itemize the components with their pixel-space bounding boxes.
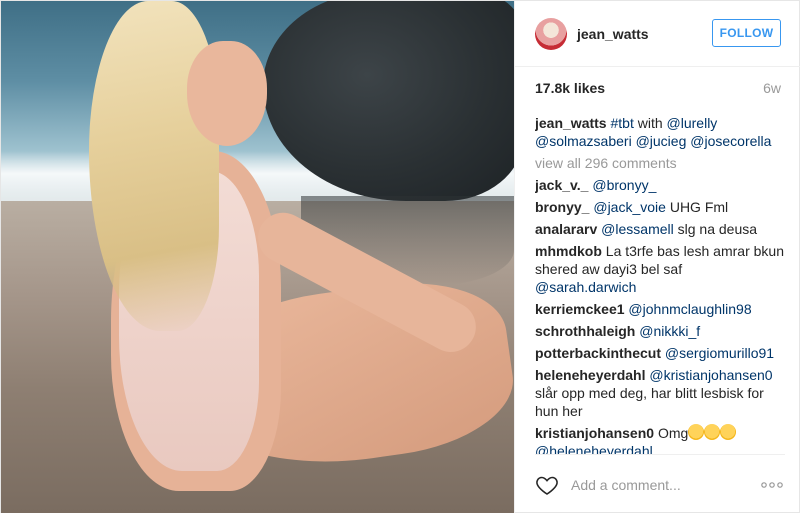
comment-item: kristianjohansen0 Omg @heleneheyerdahl xyxy=(535,424,785,454)
post-time[interactable]: 6w xyxy=(763,80,781,96)
heart-eyes-emoji-icon xyxy=(720,424,737,440)
caption-mention[interactable]: @jucieg xyxy=(636,133,687,149)
comment-username[interactable]: kerriemckee1 xyxy=(535,301,625,317)
comment-item: mhmdkob La t3rfe bas lesh amrar bkun she… xyxy=(535,242,785,296)
comment-mention[interactable]: @nikkki_f xyxy=(639,323,700,339)
comment-item: analararv @lessamell slg na deusa xyxy=(535,220,785,238)
comment-bar xyxy=(535,454,785,513)
post-stats: 17.8k likes 6w xyxy=(535,80,781,96)
comment-mention[interactable]: @bronyy_ xyxy=(592,177,656,193)
comment-username[interactable]: potterbackinthecut xyxy=(535,345,661,361)
comments-list: jean_watts #tbt with @lurelly @solmazsab… xyxy=(535,114,785,454)
caption-mention[interactable]: @josecorella xyxy=(690,133,771,149)
comment-item: potterbackinthecut @sergiomurillo91 xyxy=(535,344,785,362)
comment-username[interactable]: kristianjohansen0 xyxy=(535,425,654,441)
post-side-panel: jean_watts FOLLOW 17.8k likes 6w jean_wa… xyxy=(514,1,800,513)
comment-mention[interactable]: @heleneheyerdahl xyxy=(535,443,653,454)
comment-username[interactable]: analararv xyxy=(535,221,597,237)
comment-mention[interactable]: @kristianjohansen0 xyxy=(649,367,772,383)
comment-mention[interactable]: @jack_voie xyxy=(593,199,666,215)
comment-text: slår opp med deg, har blitt lesbisk for … xyxy=(535,385,764,419)
post-header: jean_watts FOLLOW xyxy=(515,1,800,67)
view-all-comments-link[interactable]: view all 296 comments xyxy=(535,154,785,172)
more-options-icon[interactable] xyxy=(759,473,785,497)
likes-count[interactable]: 17.8k likes xyxy=(535,80,605,96)
post-photo[interactable] xyxy=(1,1,514,513)
caption-hashtag[interactable]: #tbt xyxy=(610,115,633,131)
heart-eyes-emoji-icon xyxy=(704,424,721,440)
follow-button[interactable]: FOLLOW xyxy=(712,19,781,47)
comment-username[interactable]: heleneheyerdahl xyxy=(535,367,646,383)
comment-item: kerriemckee1 @johnmclaughlin98 xyxy=(535,300,785,318)
caption: jean_watts #tbt with @lurelly @solmazsab… xyxy=(535,114,785,150)
caption-text: with xyxy=(633,115,667,131)
comment-text: slg na deusa xyxy=(673,221,758,237)
heart-eyes-emoji-icon xyxy=(688,424,705,440)
avatar[interactable] xyxy=(535,17,567,50)
comment-mention[interactable]: @sarah.darwich xyxy=(535,279,636,295)
comment-item: heleneheyerdahl @kristianjohansen0 slår … xyxy=(535,366,785,420)
caption-mention[interactable]: @lurelly xyxy=(667,115,718,131)
comment-username[interactable]: bronyy_ xyxy=(535,199,589,215)
instagram-post: jean_watts FOLLOW 17.8k likes 6w jean_wa… xyxy=(0,0,800,513)
add-comment-input[interactable] xyxy=(571,476,759,493)
comment-username[interactable]: mhmdkob xyxy=(535,243,602,259)
comment-mention[interactable]: @lessamell xyxy=(601,221,674,237)
comment-username[interactable]: jack_v._ xyxy=(535,177,588,193)
comment-text: UHG Fml xyxy=(665,199,729,215)
heart-icon[interactable] xyxy=(535,473,559,497)
comment-username[interactable]: schrothhaleigh xyxy=(535,323,635,339)
comment-text: Omg xyxy=(657,425,689,441)
comment-mention[interactable]: @johnmclaughlin98 xyxy=(628,301,751,317)
photo-face xyxy=(187,41,267,146)
caption-mention[interactable]: @solmazsaberi xyxy=(535,133,632,149)
caption-username[interactable]: jean_watts xyxy=(535,115,607,131)
comment-item: jack_v._ @bronyy_ xyxy=(535,176,785,194)
comment-mention[interactable]: @sergiomurillo91 xyxy=(665,345,774,361)
comment-item: bronyy_ @jack_voie UHG Fml xyxy=(535,198,785,216)
comment-item: schrothhaleigh @nikkki_f xyxy=(535,322,785,340)
comment-rows: jack_v._ @bronyy_ bronyy_ @jack_voie UHG … xyxy=(535,176,785,454)
post-username[interactable]: jean_watts xyxy=(577,26,649,42)
